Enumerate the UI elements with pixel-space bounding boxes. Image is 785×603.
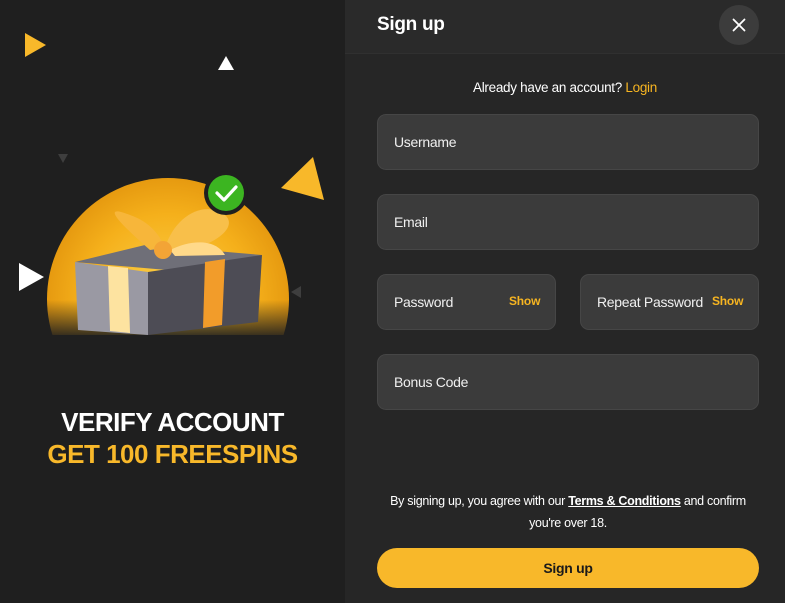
triangle-icon [58,154,68,163]
username-input[interactable] [378,115,758,169]
login-prompt: Already have an account? Login [345,80,785,95]
email-input[interactable] [378,195,758,249]
email-field-wrap [377,194,759,250]
terms-prefix: By signing up, you agree with our [390,494,566,508]
terms-notice: By signing up, you agree with our Terms … [375,490,761,534]
check-badge-icon [204,171,248,215]
repeat-password-show-toggle[interactable]: Show [712,294,743,308]
triangle-icon [291,286,301,298]
repeat-password-field-wrap: Show [580,274,759,330]
triangle-icon [19,263,44,291]
close-button[interactable] [719,5,759,45]
signup-header: Sign up [345,0,785,54]
login-link[interactable]: Login [625,80,657,95]
password-field-wrap: Show [377,274,556,330]
signup-panel: Sign up Already have an account? Login S… [345,0,785,603]
terms-link[interactable]: Terms & Conditions [568,494,681,508]
triangle-icon [218,56,234,70]
promo-heading: VERIFY ACCOUNT [61,407,284,437]
promo-subheading: GET 100 FREESPINS [47,439,298,469]
triangle-icon [281,157,324,200]
page-title: Sign up [377,14,445,35]
promo-panel: VERIFY ACCOUNT GET 100 FREESPINS [0,0,345,603]
password-show-toggle[interactable]: Show [509,294,540,308]
login-prompt-text: Already have an account? [473,80,622,95]
triangle-icon [25,33,46,57]
signup-button[interactable]: Sign up [377,548,759,588]
bonus-code-field-wrap [377,354,759,410]
bonus-code-input[interactable] [378,355,758,409]
username-field-wrap [377,114,759,170]
close-icon [732,18,746,32]
